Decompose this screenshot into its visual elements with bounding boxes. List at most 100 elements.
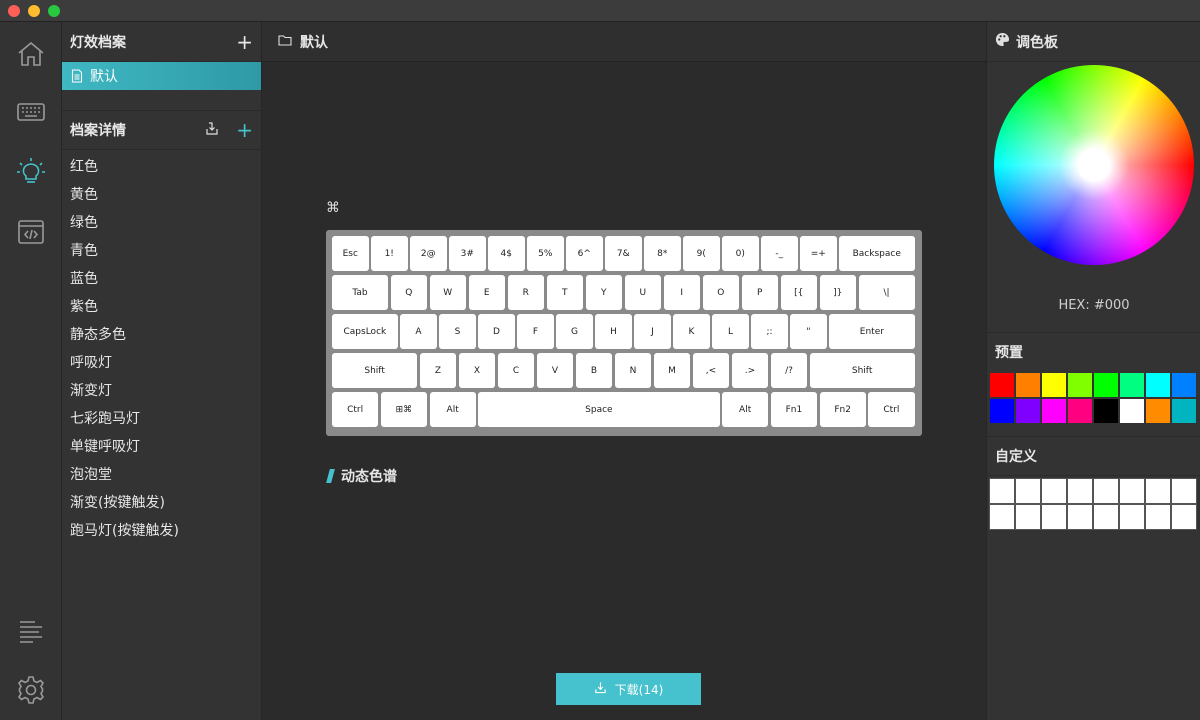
detail-item[interactable]: 泡泡堂 [62,460,261,488]
key-space[interactable]: Space [478,392,720,427]
preset-swatch[interactable] [1015,372,1041,398]
key-g[interactable]: G [556,314,593,349]
add-profile-button[interactable]: + [236,32,253,52]
detail-item[interactable]: 静态多色 [62,320,261,348]
preset-swatch[interactable] [1093,372,1119,398]
custom-swatch[interactable] [1119,478,1145,504]
preset-swatch[interactable] [1119,372,1145,398]
key-enter[interactable]: Enter [829,314,915,349]
custom-swatch[interactable] [1015,504,1041,530]
key-1[interactable]: 1! [371,236,408,271]
key-8[interactable]: 8* [644,236,681,271]
key-fn1[interactable]: Fn1 [770,392,817,427]
key-symbol[interactable]: ]} [819,275,856,310]
gear-icon[interactable] [13,672,49,708]
preset-swatch[interactable] [1015,398,1041,424]
detail-item[interactable]: 绿色 [62,208,261,236]
key-r[interactable]: R [507,275,544,310]
preset-swatch[interactable] [1145,398,1171,424]
custom-swatch[interactable] [989,504,1015,530]
key-backspace[interactable]: Backspace [839,236,915,271]
key-q[interactable]: Q [390,275,427,310]
key-symbol[interactable]: -_ [761,236,798,271]
detail-item[interactable]: 七彩跑马灯 [62,404,261,432]
preset-swatch[interactable] [1067,398,1093,424]
custom-swatch[interactable] [1119,504,1145,530]
key-shift[interactable]: Shift [809,353,915,388]
custom-swatch[interactable] [1171,504,1197,530]
close-window-button[interactable] [8,5,20,17]
key-k[interactable]: K [673,314,710,349]
key-4[interactable]: 4$ [488,236,525,271]
preset-swatch[interactable] [1041,398,1067,424]
key-o[interactable]: O [702,275,739,310]
custom-swatch[interactable] [1041,504,1067,530]
detail-item[interactable]: 紫色 [62,292,261,320]
key-d[interactable]: D [478,314,515,349]
preset-swatch[interactable] [1171,398,1197,424]
preset-swatch[interactable] [1171,372,1197,398]
color-wheel[interactable] [994,65,1194,265]
key-fn2[interactable]: Fn2 [819,392,866,427]
lightbulb-icon[interactable] [13,154,49,190]
key-e[interactable]: E [468,275,505,310]
detail-item[interactable]: 单键呼吸灯 [62,432,261,460]
key-5[interactable]: 5% [527,236,564,271]
custom-swatch[interactable] [1145,478,1171,504]
preset-swatch[interactable] [1093,398,1119,424]
key-esc[interactable]: Esc [332,236,369,271]
preset-swatch[interactable] [1119,398,1145,424]
key-b[interactable]: B [575,353,613,388]
key-f[interactable]: F [517,314,554,349]
detail-item[interactable]: 红色 [62,152,261,180]
preset-swatch[interactable] [1041,372,1067,398]
custom-swatch[interactable] [1041,478,1067,504]
custom-swatch[interactable] [1093,504,1119,530]
key-alt[interactable]: Alt [429,392,476,427]
custom-swatch[interactable] [1015,478,1041,504]
key-u[interactable]: U [624,275,661,310]
detail-item[interactable]: 黄色 [62,180,261,208]
import-icon[interactable] [204,120,220,140]
key-symbol[interactable]: /? [770,353,808,388]
key-2[interactable]: 2@ [410,236,447,271]
custom-swatch[interactable] [1067,478,1093,504]
key-m[interactable]: M [653,353,691,388]
key-6[interactable]: 6^ [566,236,603,271]
key-p[interactable]: P [741,275,778,310]
key-shift[interactable]: Shift [332,353,418,388]
key-7[interactable]: 7& [605,236,642,271]
detail-item[interactable]: 渐变灯 [62,376,261,404]
custom-swatch[interactable] [1093,478,1119,504]
key-symbol[interactable]: ⊞⌘ [380,392,427,427]
key-z[interactable]: Z [419,353,457,388]
key-x[interactable]: X [458,353,496,388]
download-button[interactable]: 下载(14) [556,673,701,705]
custom-swatch[interactable] [1145,504,1171,530]
key-symbol[interactable]: " [790,314,827,349]
key-v[interactable]: V [536,353,574,388]
detail-item[interactable]: 呼吸灯 [62,348,261,376]
keyboard-icon[interactable] [13,94,49,130]
minimize-window-button[interactable] [28,5,40,17]
key-c[interactable]: C [497,353,535,388]
preset-swatch[interactable] [1067,372,1093,398]
key-alt[interactable]: Alt [722,392,769,427]
key-3[interactable]: 3# [449,236,486,271]
home-icon[interactable] [13,36,49,72]
preset-swatch[interactable] [989,398,1015,424]
key-symbol[interactable]: \| [858,275,915,310]
profile-item-default[interactable]: 默认 [62,62,261,90]
key-0[interactable]: 0) [722,236,759,271]
key-9[interactable]: 9( [683,236,720,271]
key-symbol[interactable]: ,< [692,353,730,388]
custom-swatch[interactable] [1067,504,1093,530]
key-h[interactable]: H [595,314,632,349]
key-s[interactable]: S [439,314,476,349]
key-w[interactable]: W [429,275,466,310]
maximize-window-button[interactable] [48,5,60,17]
preset-swatch[interactable] [1145,372,1171,398]
key-i[interactable]: I [663,275,700,310]
detail-item[interactable]: 青色 [62,236,261,264]
key-t[interactable]: T [546,275,583,310]
